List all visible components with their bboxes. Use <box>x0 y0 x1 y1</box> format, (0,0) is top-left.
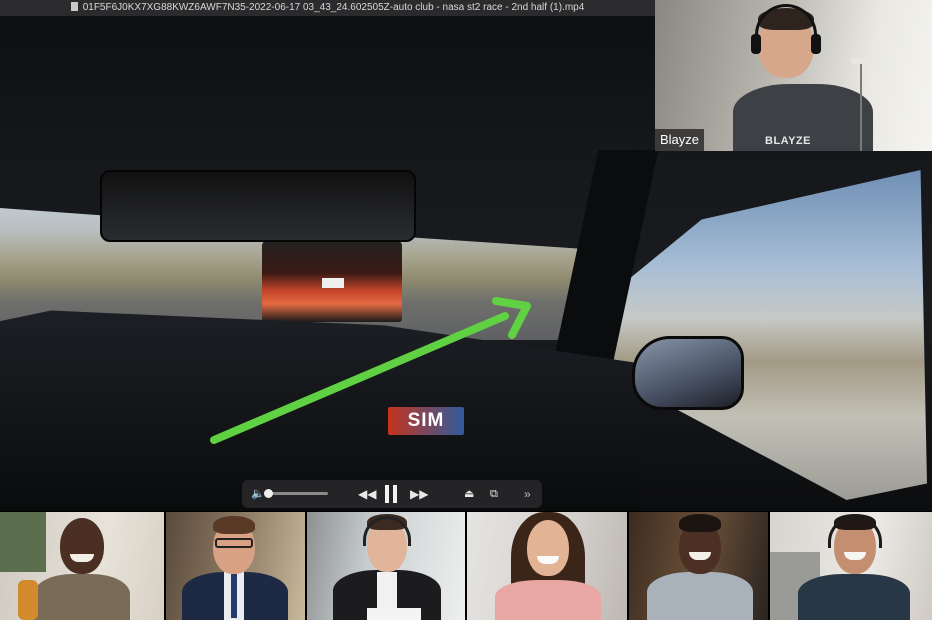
playback-controls: 🔈 ◀◀ ▶▶ ⏏ ⧉ » <box>242 480 542 508</box>
window-title-bar: 01F5F6J0KX7XG88KWZ6AWF7N35-2022-06-17 03… <box>0 0 655 16</box>
participant-tile[interactable] <box>307 512 465 620</box>
chevron-double-right-icon[interactable]: » <box>524 480 531 508</box>
airplay-icon[interactable]: ⏏ <box>464 480 474 508</box>
arrow-shaft <box>210 312 509 444</box>
participant-avatar <box>180 512 290 620</box>
picture-in-picture-icon[interactable]: ⧉ <box>490 480 498 508</box>
participant-name-tag: Blayze <box>655 129 705 151</box>
participant-avatar <box>331 512 443 620</box>
participant-tile[interactable] <box>629 512 768 620</box>
shirt-logo: BLAYZE <box>765 135 811 147</box>
participant-avatar <box>493 512 603 620</box>
participant-tile[interactable] <box>467 512 627 620</box>
speaker-icon[interactable]: 🔈 <box>251 480 265 508</box>
participant-tile[interactable] <box>166 512 305 620</box>
participant-tile[interactable] <box>0 512 164 620</box>
participant-tile[interactable] <box>770 512 932 620</box>
self-view-video[interactable]: BLAYZE Blayze <box>655 0 932 151</box>
participant-avatar <box>645 512 755 620</box>
fast-forward-icon[interactable]: ▶▶ <box>410 480 428 508</box>
rewind-icon[interactable]: ◀◀ <box>358 480 376 508</box>
participant-avatar <box>32 512 132 620</box>
video-filename: 01F5F6J0KX7XG88KWZ6AWF7N35-2022-06-17 03… <box>82 2 585 13</box>
volume-slider[interactable] <box>264 492 328 495</box>
participant-avatar <box>794 512 914 620</box>
document-icon <box>70 2 78 11</box>
pause-icon[interactable] <box>385 485 397 503</box>
participant-gallery <box>0 512 932 620</box>
volume-knob[interactable] <box>264 489 273 498</box>
